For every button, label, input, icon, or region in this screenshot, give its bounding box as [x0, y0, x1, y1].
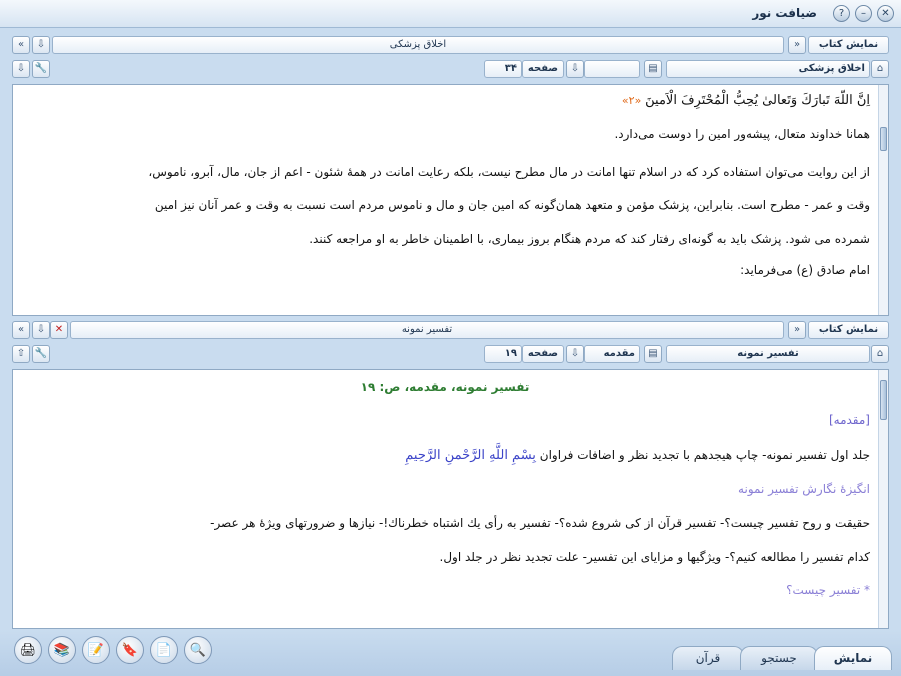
top-text-pane: اِنَّ اللّهَ تَبارَكَ وَتَعالىٰ يُحِبُّ …	[12, 84, 889, 316]
text-line: کدام تفسیر را مطالعه کنیم؟- ویژگیها و مز…	[439, 550, 871, 564]
text-line: امام صادق (ع) می‌فرماید:	[740, 263, 870, 277]
bottom-book-selector[interactable]: تفسیر نمونه	[70, 321, 784, 339]
note-icon[interactable]: 📄	[150, 636, 178, 664]
bottom-book-field[interactable]: تفسیر نمونه	[666, 345, 870, 363]
tab-display[interactable]: نمایش	[814, 646, 892, 670]
bottom-toolbar-row2: ⇧ 🔧 ۱۹ صفحه ⇩ مقدمه ▤ تفسیر نمونه ⌂	[12, 345, 889, 367]
bottom-page-input[interactable]: ۱۹	[484, 345, 522, 363]
tab-search[interactable]: جستجو	[740, 646, 818, 670]
search-icon[interactable]: 🔍	[184, 636, 212, 664]
book-icon[interactable]: ▤	[644, 60, 662, 78]
bottom-page-label: صفحه	[522, 345, 564, 363]
bookmark-menu-icon[interactable]: 🔖	[116, 636, 144, 664]
top-show-book-button[interactable]: نمایش کتاب	[808, 36, 889, 54]
page-heading: تفسیر نمونه، مقدمه، ص: ۱۹	[360, 380, 530, 394]
text-line: از این روایت می‌توان استفاده کرد که در ا…	[148, 165, 870, 179]
window-title: ضیافت نور	[752, 6, 817, 20]
top-book-field[interactable]: اخلاق پزشکی	[666, 60, 870, 78]
footnote-ref[interactable]: «۲»	[622, 94, 641, 107]
down-arrow-icon[interactable]: ⇩	[32, 36, 50, 54]
basmala-text: بِسْمِ اللَّهِ الرَّحْمنِ الرَّحِيمِ	[405, 448, 536, 463]
dropdown-icon[interactable]: ⇩	[566, 345, 584, 363]
text-line: شمرده می شود. پزشک باید به گونه‌ای رفتار…	[309, 232, 870, 246]
top-scrollbar[interactable]	[878, 85, 888, 315]
scroll-thumb[interactable]	[880, 380, 887, 420]
top-book-selector[interactable]: اخلاق پزشکی	[52, 36, 784, 54]
text-line: جلد اول تفسیر نمونه- چاپ هیجدهم با تجدید…	[539, 448, 870, 462]
title-bar: ضیافت نور ✕ – ?	[0, 0, 901, 28]
subheading: انگیزهٔ نگارش تفسیر نمونه	[738, 482, 870, 496]
bottom-scrollbar[interactable]	[878, 370, 888, 628]
minimize-icon[interactable]: –	[855, 5, 872, 22]
book-icon[interactable]: ▤	[644, 345, 662, 363]
bottom-text-content: تفسیر نمونه، مقدمه، ص: ۱۹ [مقدمه] جلد او…	[20, 370, 870, 628]
bottom-section-field[interactable]: مقدمه	[584, 345, 640, 363]
wrench-icon[interactable]: 🔧	[32, 345, 50, 363]
print-icon[interactable]: 🖨	[14, 636, 42, 664]
top-section-field[interactable]	[584, 60, 640, 78]
top-page-label: صفحه	[522, 60, 564, 78]
down-arrow-icon[interactable]: ⇩	[12, 60, 30, 78]
up-arrow-icon[interactable]: ⇧	[12, 345, 30, 363]
subheading: * تفسیر چیست؟	[786, 583, 870, 597]
bottom-toolbar-row1: « ⇩ ✕ تفسیر نمونه » نمایش کتاب	[12, 321, 889, 343]
tag-icon[interactable]: ⌂	[871, 60, 889, 78]
scroll-thumb[interactable]	[880, 127, 887, 151]
text-line: حقیقت و روح تفسیر چیست؟- تفسیر قرآن از ک…	[210, 516, 870, 530]
down-arrow-icon[interactable]: ⇩	[32, 321, 50, 339]
close-icon[interactable]: ✕	[877, 5, 894, 22]
wrench-icon[interactable]: 🔧	[32, 60, 50, 78]
top-text-content: اِنَّ اللّهَ تَبارَكَ وَتَعالىٰ يُحِبُّ …	[20, 85, 870, 315]
collapse-right-icon[interactable]: »	[788, 321, 806, 339]
expand-left-icon[interactable]: «	[12, 36, 30, 54]
top-page-input[interactable]: ۳۴	[484, 60, 522, 78]
text-line: همانا خداوند متعال، پیشه‌ور امین را دوست…	[614, 127, 870, 141]
collapse-right-icon[interactable]: »	[788, 36, 806, 54]
hadith-arabic: اِنَّ اللّهَ تَبارَكَ وَتَعالىٰ يُحِبُّ …	[645, 93, 870, 108]
text-line: وقت و عمر - مطرح است. بنابراین، پزشک مؤم…	[154, 198, 870, 212]
top-toolbar-row1: « ⇩ اخلاق پزشکی » نمایش کتاب	[12, 36, 889, 58]
books-icon[interactable]: 📚	[48, 636, 76, 664]
help-icon[interactable]: ?	[833, 5, 850, 22]
tab-quran[interactable]: قرآن	[672, 646, 744, 670]
close-pane-icon[interactable]: ✕	[50, 321, 68, 339]
bottom-show-book-button[interactable]: نمایش کتاب	[808, 321, 889, 339]
bottom-text-pane: تفسیر نمونه، مقدمه، ص: ۱۹ [مقدمه] جلد او…	[12, 369, 889, 629]
expand-left-icon[interactable]: «	[12, 321, 30, 339]
top-toolbar-row2: ⇩ 🔧 ۳۴ صفحه ⇩ ▤ اخلاق پزشکی ⌂	[12, 60, 889, 82]
edit-note-icon[interactable]: 📝	[82, 636, 110, 664]
dropdown-icon[interactable]: ⇩	[566, 60, 584, 78]
tag-icon[interactable]: ⌂	[871, 345, 889, 363]
section-tag: [مقدمه]	[828, 413, 870, 427]
